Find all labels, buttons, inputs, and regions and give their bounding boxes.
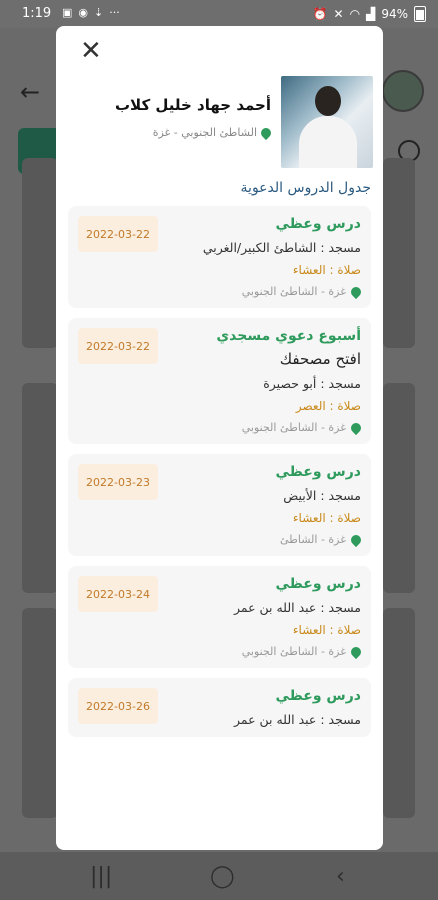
alarm-icon: ⏰: [312, 7, 328, 21]
shield-icon: ◉: [78, 6, 89, 19]
list-item[interactable]: أسبوع دعوي مسجدي افتح مصحفك مسجد : أبو ح…: [68, 318, 371, 444]
item-prayer: صلاة : العشاء: [292, 511, 361, 525]
notification-icons: ▣ ◉ ⇣ ···: [62, 6, 120, 19]
item-date: 2022-03-26: [78, 688, 158, 724]
item-date: 2022-03-24: [78, 576, 158, 612]
background-card: [22, 383, 58, 593]
item-date: 2022-03-23: [78, 464, 158, 500]
battery-icon: [414, 6, 426, 22]
background-card: [22, 158, 58, 348]
battery-percent: 94%: [381, 7, 408, 21]
item-location-text: غزة - الشاطئ الجنوبي: [241, 421, 346, 434]
status-time: 1:19: [22, 6, 52, 21]
lesson-list[interactable]: درس وعظي مسجد : الشاطئ الكبير/الغربي صلا…: [56, 206, 383, 832]
navigation-bar: ||| ◯ ‹: [0, 852, 438, 900]
profile-modal: ✕ أحمد جهاد خليل كلاب الشاطئ الجنوبي - غ…: [56, 26, 383, 850]
profile-location: الشاطئ الجنوبي - غزة: [152, 125, 274, 140]
profile-location-text: الشاطئ الجنوبي - غزة: [152, 126, 257, 139]
location-pin-icon: [348, 420, 364, 435]
wifi-icon: ◠: [349, 7, 361, 21]
location-pin-icon: [348, 284, 364, 299]
recent-apps-icon[interactable]: |||: [90, 864, 112, 889]
item-date: 2022-03-22: [78, 216, 158, 252]
mute-icon: ✕: [333, 7, 344, 21]
list-item[interactable]: درس وعظي مسجد : الأبيض صلاة : العشاء غزة…: [68, 454, 371, 556]
back-arrow-icon: ←: [20, 78, 41, 106]
item-mosque: مسجد : أبو حصيرة: [263, 376, 361, 391]
status-bar: 1:19 ▣ ◉ ⇣ ··· ⏰ ✕ ◠ ▟ 94%: [0, 0, 438, 28]
item-location: غزة - الشاطئ الجنوبي: [78, 420, 364, 435]
gallery-icon: ▣: [62, 6, 73, 19]
item-location-text: غزة - الشاطئ الجنوبي: [241, 645, 346, 658]
background-card: [383, 158, 415, 348]
item-date: 2022-03-22: [78, 328, 158, 364]
avatar-body: [299, 116, 357, 168]
item-location-text: غزة - الشاطئ الجنوبي: [241, 285, 346, 298]
system-icons: ⏰ ✕ ◠ ▟ 94%: [313, 6, 426, 22]
back-icon[interactable]: ‹: [336, 864, 345, 889]
list-item[interactable]: درس وعظي مسجد : عبد الله بن عمر صلاة : ا…: [68, 566, 371, 668]
background-card: [383, 383, 415, 593]
avatar-head: [315, 86, 341, 116]
item-location: غزة - الشاطئ: [78, 532, 364, 547]
item-prayer: صلاة : العشاء: [292, 263, 361, 277]
section-title: جدول الدروس الدعوية: [240, 180, 371, 196]
close-icon[interactable]: ✕: [80, 38, 102, 64]
more-icon: ···: [109, 6, 120, 19]
avatar: [281, 76, 373, 168]
item-location: غزة - الشاطئ الجنوبي: [78, 284, 364, 299]
item-location: غزة - الشاطئ الجنوبي: [78, 644, 364, 659]
item-prayer: صلاة : العشاء: [292, 623, 361, 637]
background-card: [22, 608, 58, 818]
list-item[interactable]: درس وعظي مسجد : عبد الله بن عمر 2022-03-…: [68, 678, 371, 737]
background-card: [383, 608, 415, 818]
home-icon[interactable]: ◯: [210, 864, 235, 889]
location-pin-icon: [258, 125, 274, 140]
location-pin-icon: [348, 644, 364, 659]
list-item[interactable]: درس وعظي مسجد : الشاطئ الكبير/الغربي صلا…: [68, 206, 371, 308]
item-location-text: غزة - الشاطئ: [279, 533, 346, 546]
app-logo: [382, 70, 424, 112]
signal-icon: ▟: [366, 7, 376, 21]
location-pin-icon: [348, 532, 364, 547]
item-prayer: صلاة : العصر: [295, 399, 361, 413]
download-icon: ⇣: [94, 6, 104, 19]
profile-name: أحمد جهاد خليل كلاب: [114, 96, 271, 114]
